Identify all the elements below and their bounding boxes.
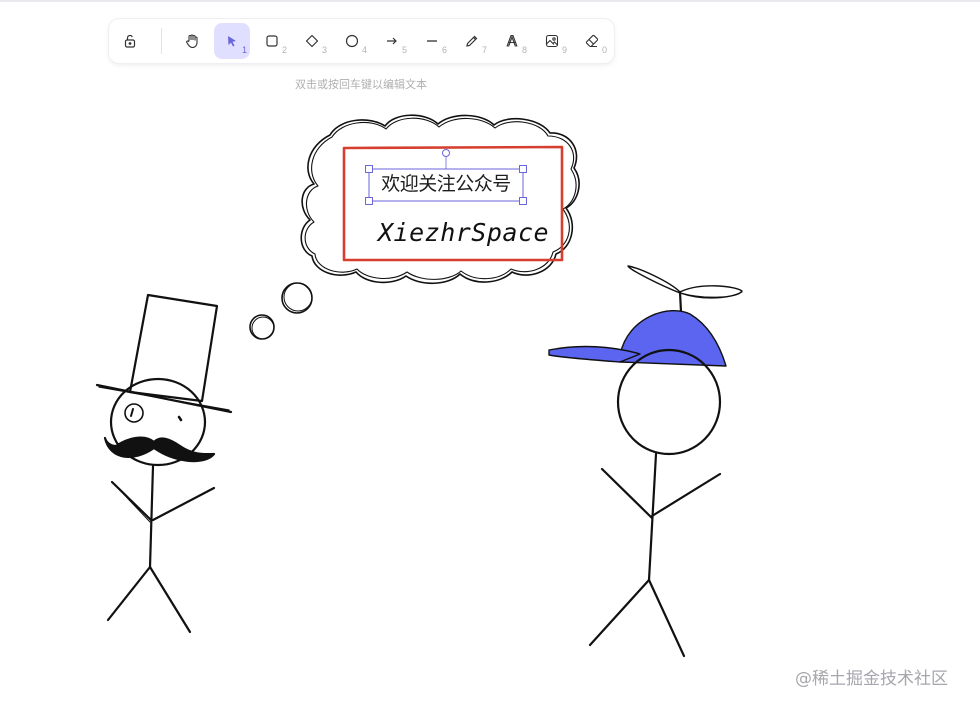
diamond-icon bbox=[305, 34, 319, 48]
selection-tool-button[interactable]: 1 bbox=[214, 23, 250, 59]
toolbar-divider bbox=[161, 28, 162, 54]
cursor-arrow-icon bbox=[228, 36, 236, 47]
eraser-tool-button[interactable]: 0 bbox=[574, 23, 610, 59]
toolbar: 1 2 3 4 5 6 7 8 9 0 bbox=[109, 19, 614, 63]
drawing-canvas[interactable] bbox=[0, 0, 980, 711]
hand-tool-button[interactable] bbox=[174, 23, 210, 59]
image-tool-key: 9 bbox=[561, 45, 567, 55]
arrow-tool-button[interactable]: 5 bbox=[374, 23, 410, 59]
line-icon bbox=[427, 40, 437, 42]
pencil-icon bbox=[466, 35, 478, 47]
text-tool-button[interactable]: 8 bbox=[494, 23, 530, 59]
hand-icon bbox=[186, 34, 198, 49]
square-icon bbox=[266, 35, 278, 47]
text-a-icon bbox=[506, 34, 518, 47]
selection-tool-key: 1 bbox=[241, 45, 247, 55]
ellipse-tool-button[interactable]: 4 bbox=[334, 23, 370, 59]
draw-tool-button[interactable]: 7 bbox=[454, 23, 490, 59]
text-tool-key: 8 bbox=[521, 45, 527, 55]
watermark: @稀土掘金技术社区 bbox=[795, 669, 948, 689]
eraser-tool-key: 0 bbox=[601, 45, 607, 55]
draw-tool-key: 7 bbox=[481, 45, 487, 55]
handwritten-text-element[interactable]: XiezhrSpace bbox=[378, 216, 549, 250]
rectangle-tool-key: 2 bbox=[281, 45, 287, 55]
eraser-icon bbox=[585, 34, 599, 48]
image-icon bbox=[545, 34, 559, 48]
ellipse-tool-key: 4 bbox=[361, 45, 367, 55]
gentleman-stick-figure[interactable] bbox=[95, 293, 233, 634]
propeller-stick-figure[interactable] bbox=[548, 265, 743, 658]
circle-icon bbox=[345, 34, 359, 48]
lock-tool-button[interactable] bbox=[112, 23, 148, 59]
diamond-tool-key: 3 bbox=[321, 45, 327, 55]
unlock-icon bbox=[124, 34, 136, 48]
arrow-tool-key: 5 bbox=[401, 45, 407, 55]
rectangle-tool-button[interactable]: 2 bbox=[254, 23, 290, 59]
edit-hint: 双击或按回车键以编辑文本 bbox=[295, 78, 427, 91]
selected-text-element[interactable]: 欢迎关注公众号 bbox=[370, 169, 522, 199]
line-tool-button[interactable]: 6 bbox=[414, 23, 450, 59]
diamond-tool-button[interactable]: 3 bbox=[294, 23, 330, 59]
line-tool-key: 6 bbox=[441, 45, 447, 55]
image-tool-button[interactable]: 9 bbox=[534, 23, 570, 59]
arrow-right-icon bbox=[387, 37, 397, 45]
